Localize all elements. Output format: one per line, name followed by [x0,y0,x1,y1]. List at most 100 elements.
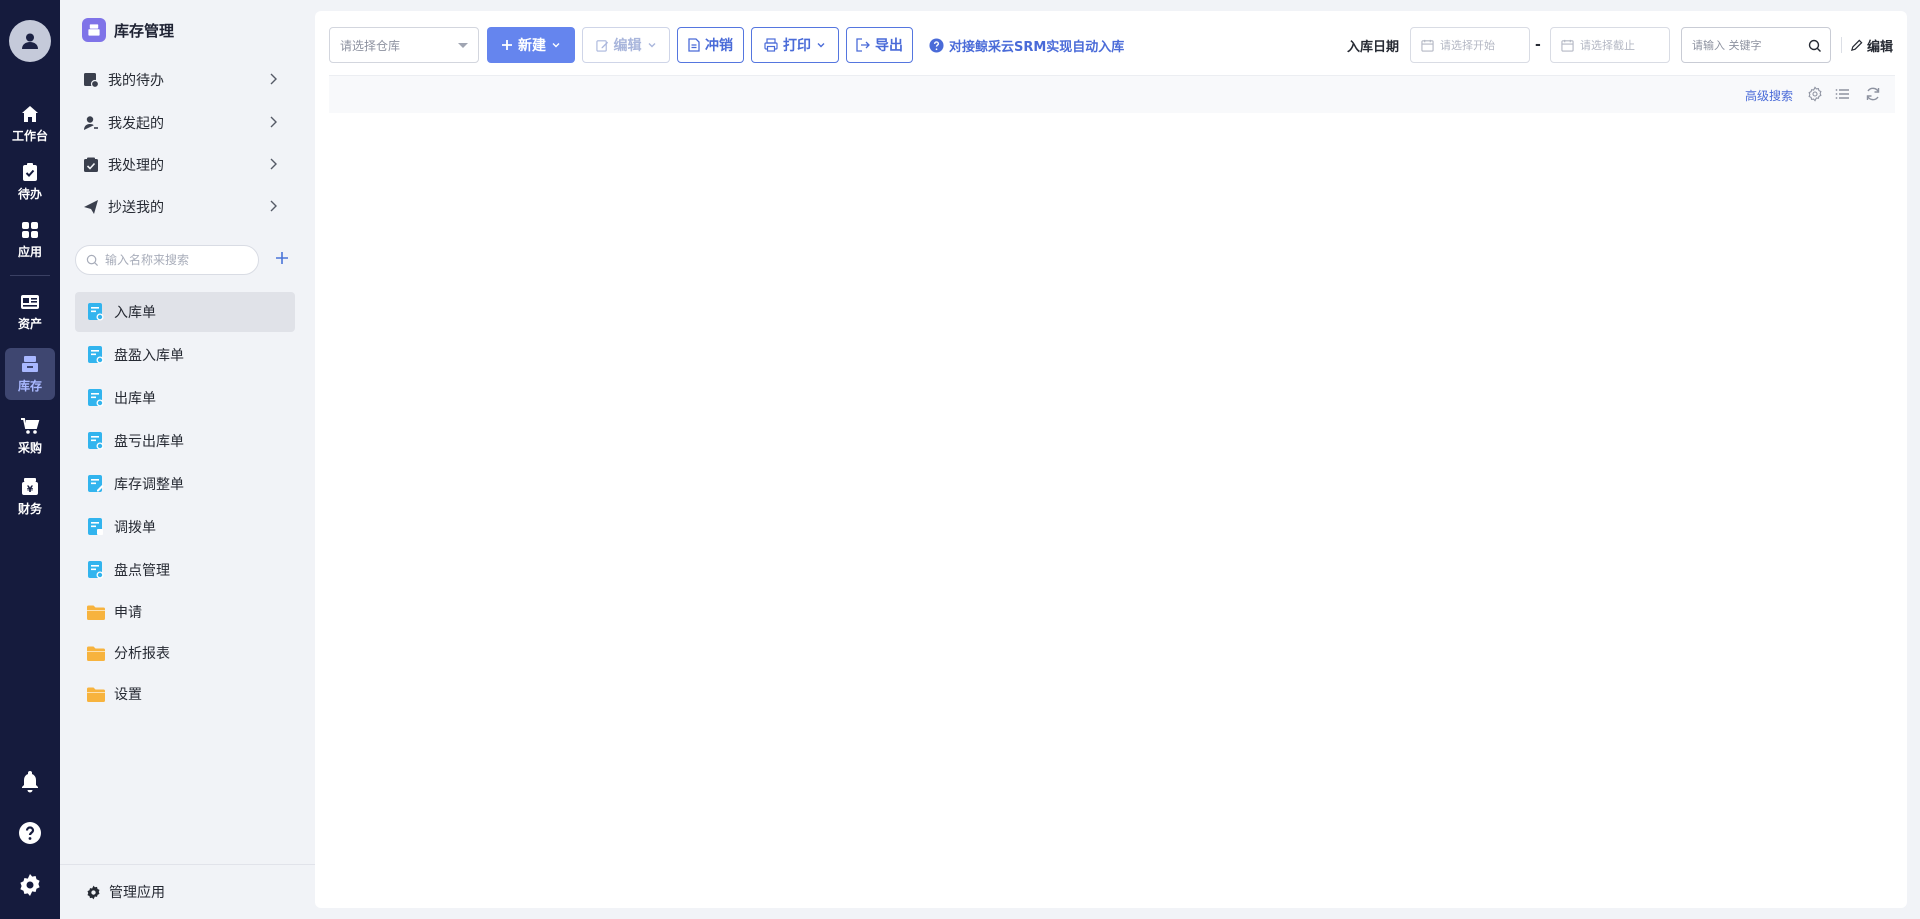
app-title: 库存管理 [114,21,175,40]
date-start-field [1410,27,1530,63]
help-icon[interactable] [18,821,42,845]
list-view-icon[interactable] [1835,86,1851,102]
quick-link-cc[interactable]: 抄送我的 [82,190,290,224]
form-icon [87,518,105,536]
nav-item-surplus-inbound[interactable]: 盘盈入库单 [75,335,295,375]
plus-icon [502,40,512,50]
rail-item-apps[interactable]: 应用 [5,214,55,266]
edit-view-label: 编辑 [1867,39,1894,55]
advanced-search-link[interactable]: 高级搜索 [1745,87,1793,104]
form-icon [87,561,105,579]
document-icon [688,38,700,52]
rail-item-todo[interactable]: 待办 [5,156,55,208]
keyword-search-field [1681,27,1831,63]
rail-item-inventory[interactable]: 库存 [5,348,55,400]
nav-item-outbound-order[interactable]: 出库单 [75,378,295,418]
nav-item-label: 盘点管理 [114,563,170,579]
srm-help-link[interactable]: 对接鲸采云SRM实现自动入库 [929,27,1124,63]
sidebar-search-input[interactable] [105,253,245,267]
write-off-button[interactable]: 冲销 [677,27,744,63]
svg-text:¥: ¥ [27,485,34,495]
date-end-input[interactable] [1580,38,1668,52]
question-circle-icon [929,37,944,53]
form-icon [87,389,105,407]
nav-item-label: 盘亏出库单 [114,434,184,450]
chevron-down-icon [817,43,825,48]
quick-link-label: 我处理的 [108,158,164,174]
rail-item-label: 资产 [17,317,42,331]
rail-item-assets[interactable]: 资产 [5,286,55,338]
export-icon [856,38,870,52]
edit-button[interactable]: 编辑 [582,27,670,63]
cart-icon [21,418,40,434]
nav-item-inbound-order[interactable]: 入库单 [75,292,295,332]
refresh-icon[interactable] [1865,86,1881,102]
app-header: 库存管理 [82,18,174,42]
settings-gear-icon[interactable] [1807,86,1823,102]
print-button-label: 打印 [783,38,811,54]
export-button-label: 导出 [875,38,903,54]
chevron-right-icon [270,158,277,170]
nav-item-label: 申请 [114,605,142,621]
nav-item-label: 设置 [114,687,142,703]
nav-folder-apply[interactable]: 申请 [75,592,295,632]
chevron-down-icon [552,43,560,48]
nav-item-label: 库存调整单 [114,477,184,493]
search-icon[interactable] [1808,39,1822,53]
user-initiated-icon [82,114,100,132]
quick-link-handled[interactable]: 我处理的 [82,148,290,182]
toolbar-divider [1841,37,1842,53]
user-icon [22,33,38,49]
printer-icon [764,38,778,52]
toolbar: 请选择仓库 新建 编辑 冲销 打印 导出 对接鲸采云SRM实现自动入库 入库日期… [329,27,1895,63]
nav-folder-reports[interactable]: 分析报表 [75,633,295,673]
finance-wallet-icon: ¥ [22,478,38,495]
rail-item-label: 采购 [17,441,42,455]
quick-link-my-todo[interactable]: 我的待办 [82,63,290,97]
write-off-button-label: 冲销 [705,38,733,54]
nav-item-transfer-order[interactable]: 调拨单 [75,507,295,547]
nav-item-label: 调拨单 [114,520,156,536]
manage-app-label: 管理应用 [109,885,165,901]
date-start-input[interactable] [1440,38,1528,52]
nav-folder-settings[interactable]: 设置 [75,674,295,714]
warehouse-select[interactable]: 请选择仓库 [329,27,479,63]
quick-link-initiated[interactable]: 我发起的 [82,106,290,140]
warehouse-select-placeholder: 请选择仓库 [340,38,401,53]
apps-grid-icon [22,222,38,238]
asset-card-icon [21,295,39,309]
rail-item-label: 待办 [17,187,42,201]
edit-icon [595,39,608,52]
new-button-label: 新建 [518,38,546,54]
new-button[interactable]: 新建 [487,27,575,63]
rail-item-workbench[interactable]: 工作台 [5,98,55,150]
bell-icon[interactable] [18,769,42,793]
nav-item-stock-adjustment[interactable]: 库存调整单 [75,464,295,504]
user-avatar[interactable] [9,20,51,62]
add-form-button[interactable] [272,250,292,270]
date-range-separator: - [1535,37,1541,53]
export-button[interactable]: 导出 [846,27,913,63]
keyword-search-input[interactable] [1692,38,1797,52]
nav-item-stocktaking[interactable]: 盘点管理 [75,550,295,590]
settings-gear-icon[interactable] [18,873,42,897]
plus-icon [276,252,288,264]
caret-down-icon [458,43,468,48]
rail-item-purchase[interactable]: 采购 [5,410,55,462]
folder-icon [87,603,105,621]
paper-plane-icon [82,198,100,216]
inventory-icon [22,356,38,372]
inventory-icon [88,24,100,36]
manage-app-button[interactable]: 管理应用 [60,864,315,919]
app-sidebar: 库存管理 我的待办 我发起的 我处理的 抄送我的 入库单 盘盈入库单 出库单 [60,0,315,919]
quick-link-label: 我的待办 [108,73,164,89]
nav-item-deficit-outbound[interactable]: 盘亏出库单 [75,421,295,461]
calendar-icon [1421,39,1434,52]
home-icon [22,106,38,122]
clipboard-check-icon [23,163,37,181]
print-button[interactable]: 打印 [751,27,839,63]
rail-item-finance[interactable]: ¥ 财务 [5,471,55,523]
chevron-right-icon [270,200,277,212]
date-end-field [1550,27,1670,63]
edit-view-button[interactable]: 编辑 [1850,27,1893,63]
